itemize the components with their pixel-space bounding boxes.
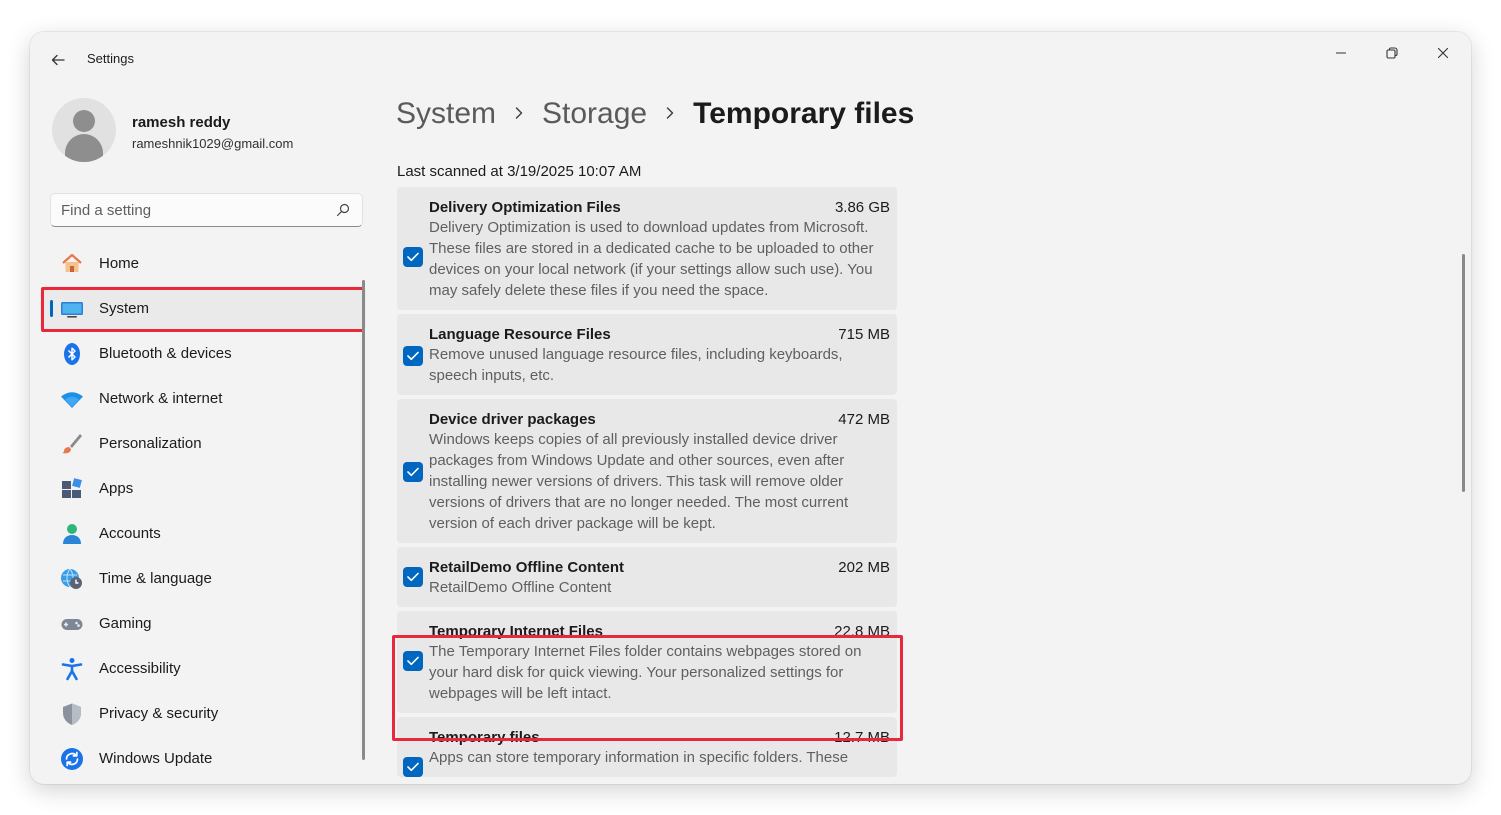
item-size: 202 MB <box>838 559 890 576</box>
item-description: Delivery Optimization is used to downloa… <box>429 219 874 299</box>
item-size: 12.7 MB <box>834 729 890 746</box>
checkbox[interactable] <box>403 346 423 366</box>
sidebar-item-windows-update[interactable]: Windows Update <box>40 736 366 781</box>
sidebar-item-label: Bluetooth & devices <box>99 345 232 362</box>
home-icon <box>60 252 84 276</box>
sidebar-item-accessibility[interactable]: Accessibility <box>40 646 366 691</box>
app-title: Settings <box>87 51 134 66</box>
title-bar: Settings <box>30 32 1471 84</box>
breadcrumb-storage[interactable]: Storage <box>542 97 647 131</box>
sidebar-item-label: Windows Update <box>99 750 213 767</box>
checkmark-icon <box>407 252 419 262</box>
search-box[interactable] <box>50 193 363 227</box>
breadcrumb: System Storage Temporary files <box>396 97 914 131</box>
temp-files-list: Delivery Optimization Files 3.86 GB Deli… <box>397 187 897 784</box>
bluetooth-icon <box>60 342 84 366</box>
list-item[interactable]: RetailDemo Offline Content 202 MB Retail… <box>397 547 897 607</box>
wifi-icon <box>60 387 84 411</box>
breadcrumb-system[interactable]: System <box>396 97 496 131</box>
sidebar-item-personalization[interactable]: Personalization <box>40 421 366 466</box>
sidebar-item-label: System <box>99 300 150 317</box>
update-icon <box>60 747 84 771</box>
sidebar-item-home[interactable]: Home <box>40 241 366 286</box>
main-scrollbar[interactable] <box>1462 254 1465 492</box>
item-title: Temporary files <box>429 729 540 746</box>
item-size: 715 MB <box>838 326 890 343</box>
sidebar-item-label: Personalization <box>99 435 202 452</box>
sidebar-item-label: Network & internet <box>99 390 223 407</box>
item-size: 472 MB <box>838 411 890 428</box>
checkbox[interactable] <box>403 757 423 777</box>
sidebar-item-label: Home <box>99 255 140 272</box>
checkbox[interactable] <box>403 462 423 482</box>
list-item[interactable]: Temporary files 12.7 MB Apps can store t… <box>397 717 897 777</box>
search-input[interactable] <box>61 200 321 220</box>
accessibility-icon <box>60 657 84 681</box>
globe-clock-icon <box>60 567 84 591</box>
sidebar-item-label: Gaming <box>99 615 152 632</box>
settings-window: Settings ramesh reddy rameshnik1029@gmai… <box>30 32 1471 784</box>
brush-icon <box>60 432 84 456</box>
sidebar-item-gaming[interactable]: Gaming <box>40 601 366 646</box>
sidebar-item-label: Privacy & security <box>99 705 219 722</box>
sidebar-item-label: Accounts <box>99 525 161 542</box>
list-item[interactable]: Device driver packages 472 MB Windows ke… <box>397 399 897 543</box>
checkmark-icon <box>407 351 419 361</box>
search-icon[interactable] <box>336 203 350 217</box>
item-description: The Temporary Internet Files folder cont… <box>429 643 862 702</box>
list-item[interactable]: Delivery Optimization Files 3.86 GB Deli… <box>397 187 897 310</box>
list-item[interactable]: Temporary Internet Files 22.8 MB The Tem… <box>397 611 897 713</box>
sidebar-item-network[interactable]: Network & internet <box>40 376 366 421</box>
sidebar-item-bluetooth[interactable]: Bluetooth & devices <box>40 331 366 376</box>
last-scanned-label: Last scanned at 3/19/2025 10:07 AM <box>397 163 642 180</box>
item-title: Delivery Optimization Files <box>429 199 621 216</box>
sidebar-item-privacy-security[interactable]: Privacy & security <box>40 691 366 736</box>
checkbox[interactable] <box>403 247 423 267</box>
item-title: RetailDemo Offline Content <box>429 559 625 576</box>
checkmark-icon <box>407 467 419 477</box>
checkbox[interactable] <box>403 651 423 671</box>
sidebar-item-apps[interactable]: Apps <box>40 466 366 511</box>
apps-icon <box>60 477 84 501</box>
minimize-button[interactable] <box>1324 40 1358 66</box>
list-item[interactable]: Language Resource Files 715 MB Remove un… <box>397 314 897 395</box>
shield-icon <box>60 702 84 726</box>
item-title: Device driver packages <box>429 411 596 428</box>
checkmark-icon <box>407 572 419 582</box>
checkmark-icon <box>407 762 419 772</box>
checkmark-icon <box>407 656 419 666</box>
sidebar-item-accounts[interactable]: Accounts <box>40 511 366 556</box>
gamepad-icon <box>60 612 84 636</box>
user-name: ramesh reddy <box>132 114 231 131</box>
chevron-right-icon <box>514 104 524 125</box>
item-description: RetailDemo Offline Content <box>429 579 612 596</box>
page-title: Temporary files <box>693 97 915 130</box>
sidebar-item-label: Accessibility <box>99 660 181 677</box>
item-description: Apps can store temporary information in … <box>429 749 849 766</box>
sidebar-item-label: Apps <box>99 480 134 497</box>
chevron-right-icon <box>665 104 675 125</box>
monitor-icon <box>60 297 84 321</box>
item-title: Language Resource Files <box>429 326 611 343</box>
avatar <box>52 98 116 162</box>
close-button[interactable] <box>1426 40 1460 66</box>
sidebar-scrollbar[interactable] <box>362 280 365 760</box>
user-email: rameshnik1029@gmail.com <box>132 136 294 151</box>
restore-button[interactable] <box>1375 40 1409 66</box>
back-arrow-icon[interactable] <box>46 48 70 72</box>
item-size: 3.86 GB <box>834 199 890 216</box>
person-icon <box>60 522 84 546</box>
sidebar-item-time-language[interactable]: Time & language <box>40 556 366 601</box>
item-description: Windows keeps copies of all previously i… <box>429 431 849 532</box>
item-title: Temporary Internet Files <box>429 623 603 640</box>
item-description: Remove unused language resource files, i… <box>429 346 843 384</box>
sidebar-nav: Home System Bluetooth & devices Network … <box>40 241 366 781</box>
item-size: 22.8 MB <box>834 623 890 640</box>
checkbox[interactable] <box>403 567 423 587</box>
user-profile[interactable]: ramesh reddy rameshnik1029@gmail.com <box>50 96 370 166</box>
sidebar-item-system[interactable]: System <box>40 286 366 331</box>
sidebar-item-label: Time & language <box>99 570 212 587</box>
